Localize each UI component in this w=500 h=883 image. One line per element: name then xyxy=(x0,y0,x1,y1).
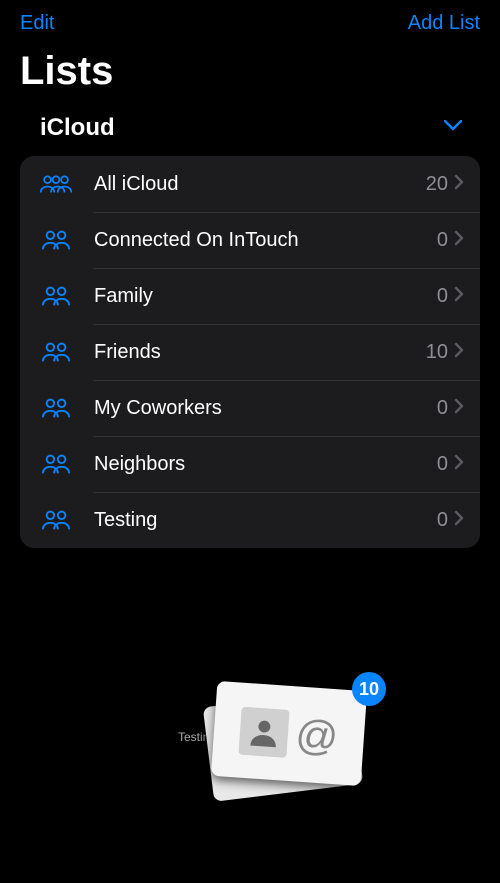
list-row-label: My Coworkers xyxy=(94,397,437,420)
chevron-right-icon xyxy=(454,454,464,475)
list-row-label: Neighbors xyxy=(94,453,437,476)
people-icon xyxy=(36,508,76,532)
list-row-count: 0 xyxy=(437,285,448,308)
section-title: iCloud xyxy=(40,114,115,142)
list-row[interactable]: My Coworkers0 xyxy=(20,380,480,436)
list-row-count: 0 xyxy=(437,509,448,532)
add-list-button[interactable]: Add List xyxy=(408,12,480,35)
chevron-right-icon xyxy=(454,510,464,531)
drag-count-badge: 10 xyxy=(352,672,386,706)
page-title: Lists xyxy=(0,43,500,108)
people-icon xyxy=(36,452,76,476)
chevron-right-icon xyxy=(454,230,464,251)
section-header-icloud[interactable]: iCloud xyxy=(0,108,500,156)
list-row-label: Testing xyxy=(94,509,437,532)
avatar-placeholder xyxy=(238,706,289,757)
list-row-count: 10 xyxy=(426,341,448,364)
people-icon xyxy=(36,340,76,364)
lists-card: All iCloud20Connected On InTouch0Family0… xyxy=(20,156,480,548)
chevron-right-icon xyxy=(454,174,464,195)
people-icon xyxy=(36,396,76,420)
edit-button[interactable]: Edit xyxy=(20,12,54,35)
drag-preview[interactable]: Testing @ 10 xyxy=(200,680,380,800)
list-row[interactable]: Family0 xyxy=(20,268,480,324)
list-row-label: Friends xyxy=(94,341,426,364)
list-row-label: Family xyxy=(94,285,437,308)
chevron-right-icon xyxy=(454,342,464,363)
chevron-down-icon xyxy=(444,119,462,137)
people-icon xyxy=(36,284,76,308)
at-sign-icon: @ xyxy=(294,710,340,761)
list-row-label: All iCloud xyxy=(94,173,426,196)
list-row-count: 0 xyxy=(437,453,448,476)
list-row[interactable]: Testing0 xyxy=(20,492,480,548)
card-stack-front: @ xyxy=(211,681,367,786)
list-row[interactable]: Friends10 xyxy=(20,324,480,380)
list-row-count: 20 xyxy=(426,173,448,196)
list-row[interactable]: Connected On InTouch0 xyxy=(20,212,480,268)
list-row[interactable]: Neighbors0 xyxy=(20,436,480,492)
navbar: Edit Add List xyxy=(0,0,500,43)
list-row[interactable]: All iCloud20 xyxy=(20,156,480,212)
list-row-label: Connected On InTouch xyxy=(94,229,437,252)
people-icon xyxy=(36,172,76,196)
list-row-count: 0 xyxy=(437,229,448,252)
chevron-right-icon xyxy=(454,398,464,419)
chevron-right-icon xyxy=(454,286,464,307)
people-icon xyxy=(36,228,76,252)
list-row-count: 0 xyxy=(437,397,448,420)
